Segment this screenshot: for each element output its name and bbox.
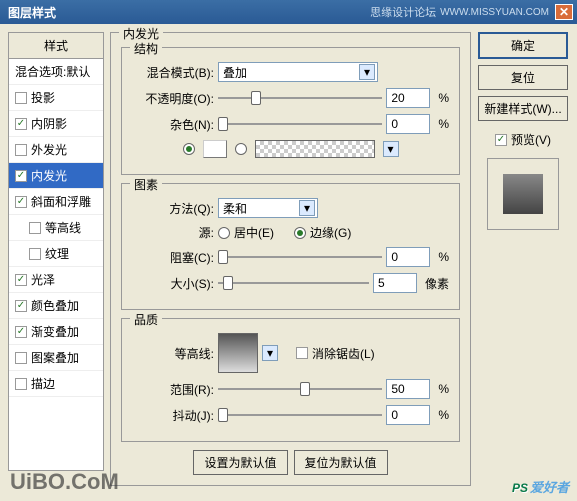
blend-mode-label: 混合模式(B):	[132, 64, 214, 81]
opacity-slider[interactable]	[218, 90, 382, 106]
jitter-input[interactable]: 0	[386, 405, 430, 425]
style-item[interactable]: 斜面和浮雕	[9, 189, 103, 215]
contour-label: 等高线:	[132, 345, 214, 362]
cancel-button[interactable]: 复位	[478, 65, 568, 90]
size-label: 大小(S):	[132, 275, 214, 292]
elements-title: 图素	[130, 176, 162, 193]
gradient-swatch[interactable]	[255, 140, 375, 158]
style-item-label: 内阴影	[31, 115, 67, 132]
style-item[interactable]: 外发光	[9, 137, 103, 163]
range-label: 范围(R):	[132, 381, 214, 398]
style-item[interactable]: 描边	[9, 371, 103, 397]
preview-label: 预览(V)	[511, 131, 551, 148]
blend-mode-select[interactable]: 叠加 ▾	[218, 62, 378, 82]
size-slider[interactable]	[218, 275, 369, 291]
quality-title: 品质	[130, 311, 162, 328]
style-item-label: 投影	[31, 89, 55, 106]
noise-slider[interactable]	[218, 116, 382, 132]
method-select[interactable]: 柔和 ▾	[218, 198, 318, 218]
style-item-label: 外发光	[31, 141, 67, 158]
style-item[interactable]: 内发光	[9, 163, 103, 189]
set-default-button[interactable]: 设置为默认值	[193, 450, 287, 475]
structure-title: 结构	[130, 40, 162, 57]
style-item-label: 内发光	[31, 167, 67, 184]
opacity-input[interactable]: 20	[386, 88, 430, 108]
style-item-label: 颜色叠加	[31, 297, 79, 314]
style-item[interactable]: 颜色叠加	[9, 293, 103, 319]
chevron-down-icon: ▾	[299, 200, 315, 216]
style-item[interactable]: 纹理	[9, 241, 103, 267]
style-checkbox[interactable]	[15, 92, 27, 104]
size-input[interactable]: 5	[373, 273, 417, 293]
style-item-label: 斜面和浮雕	[31, 193, 91, 210]
color-swatch[interactable]	[203, 140, 227, 158]
style-item[interactable]: 渐变叠加	[9, 319, 103, 345]
preview-box	[487, 158, 559, 230]
style-item-label: 渐变叠加	[31, 323, 79, 340]
opacity-label: 不透明度(O):	[132, 90, 214, 107]
forum-name: 思缘设计论坛	[370, 4, 436, 20]
noise-label: 杂色(N):	[132, 116, 214, 133]
style-item[interactable]: 投影	[9, 85, 103, 111]
style-checkbox[interactable]	[15, 378, 27, 390]
blending-options[interactable]: 混合选项:默认	[9, 59, 103, 85]
antialias-label: 消除锯齿(L)	[312, 345, 375, 362]
new-style-button[interactable]: 新建样式(W)...	[478, 96, 568, 121]
reset-default-button[interactable]: 复位为默认值	[294, 450, 388, 475]
style-checkbox[interactable]	[15, 274, 27, 286]
style-checkbox[interactable]	[29, 222, 41, 234]
preview-swatch	[503, 174, 543, 214]
noise-input[interactable]: 0	[386, 114, 430, 134]
ok-button[interactable]: 确定	[478, 32, 568, 59]
style-item-label: 等高线	[45, 219, 81, 236]
style-checkbox[interactable]	[15, 170, 27, 182]
method-label: 方法(Q):	[132, 200, 214, 217]
style-item[interactable]: 图案叠加	[9, 345, 103, 371]
preview-checkbox[interactable]	[495, 134, 507, 146]
close-button[interactable]: ✕	[555, 4, 573, 20]
style-checkbox[interactable]	[15, 300, 27, 312]
style-checkbox[interactable]	[15, 326, 27, 338]
style-item-label: 纹理	[45, 245, 69, 262]
style-item-label: 光泽	[31, 271, 55, 288]
watermark-ps: PS爱好者	[512, 476, 569, 497]
antialias-checkbox[interactable]	[296, 347, 308, 359]
source-label: 源:	[132, 224, 214, 241]
jitter-label: 抖动(J):	[132, 407, 214, 424]
styles-header: 样式	[9, 33, 103, 59]
chevron-down-icon[interactable]: ▾	[262, 345, 278, 361]
choke-slider[interactable]	[218, 249, 382, 265]
choke-input[interactable]: 0	[386, 247, 430, 267]
style-checkbox[interactable]	[29, 248, 41, 260]
source-center-label: 居中(E)	[234, 224, 274, 241]
styles-list: 样式 混合选项:默认 投影内阴影外发光内发光斜面和浮雕等高线纹理光泽颜色叠加渐变…	[8, 32, 104, 471]
style-item[interactable]: 等高线	[9, 215, 103, 241]
style-checkbox[interactable]	[15, 144, 27, 156]
window-title: 图层样式	[4, 4, 370, 21]
choke-label: 阻塞(C):	[132, 249, 214, 266]
style-item-label: 描边	[31, 375, 55, 392]
chevron-down-icon: ▾	[359, 64, 375, 80]
style-item[interactable]: 内阴影	[9, 111, 103, 137]
style-item[interactable]: 光泽	[9, 267, 103, 293]
source-edge-radio[interactable]	[294, 227, 306, 239]
source-center-radio[interactable]	[218, 227, 230, 239]
watermark-uibo: UiBO.CoM	[10, 469, 119, 495]
color-radio[interactable]	[183, 143, 195, 155]
style-checkbox[interactable]	[15, 118, 27, 130]
style-checkbox[interactable]	[15, 352, 27, 364]
style-item-label: 图案叠加	[31, 349, 79, 366]
range-slider[interactable]	[218, 381, 382, 397]
forum-url: WWW.MISSYUAN.COM	[440, 7, 549, 18]
gradient-radio[interactable]	[235, 143, 247, 155]
contour-picker[interactable]	[218, 333, 258, 373]
source-edge-label: 边缘(G)	[310, 224, 351, 241]
range-input[interactable]: 50	[386, 379, 430, 399]
chevron-down-icon[interactable]: ▾	[383, 141, 399, 157]
style-checkbox[interactable]	[15, 196, 27, 208]
jitter-slider[interactable]	[218, 407, 382, 423]
